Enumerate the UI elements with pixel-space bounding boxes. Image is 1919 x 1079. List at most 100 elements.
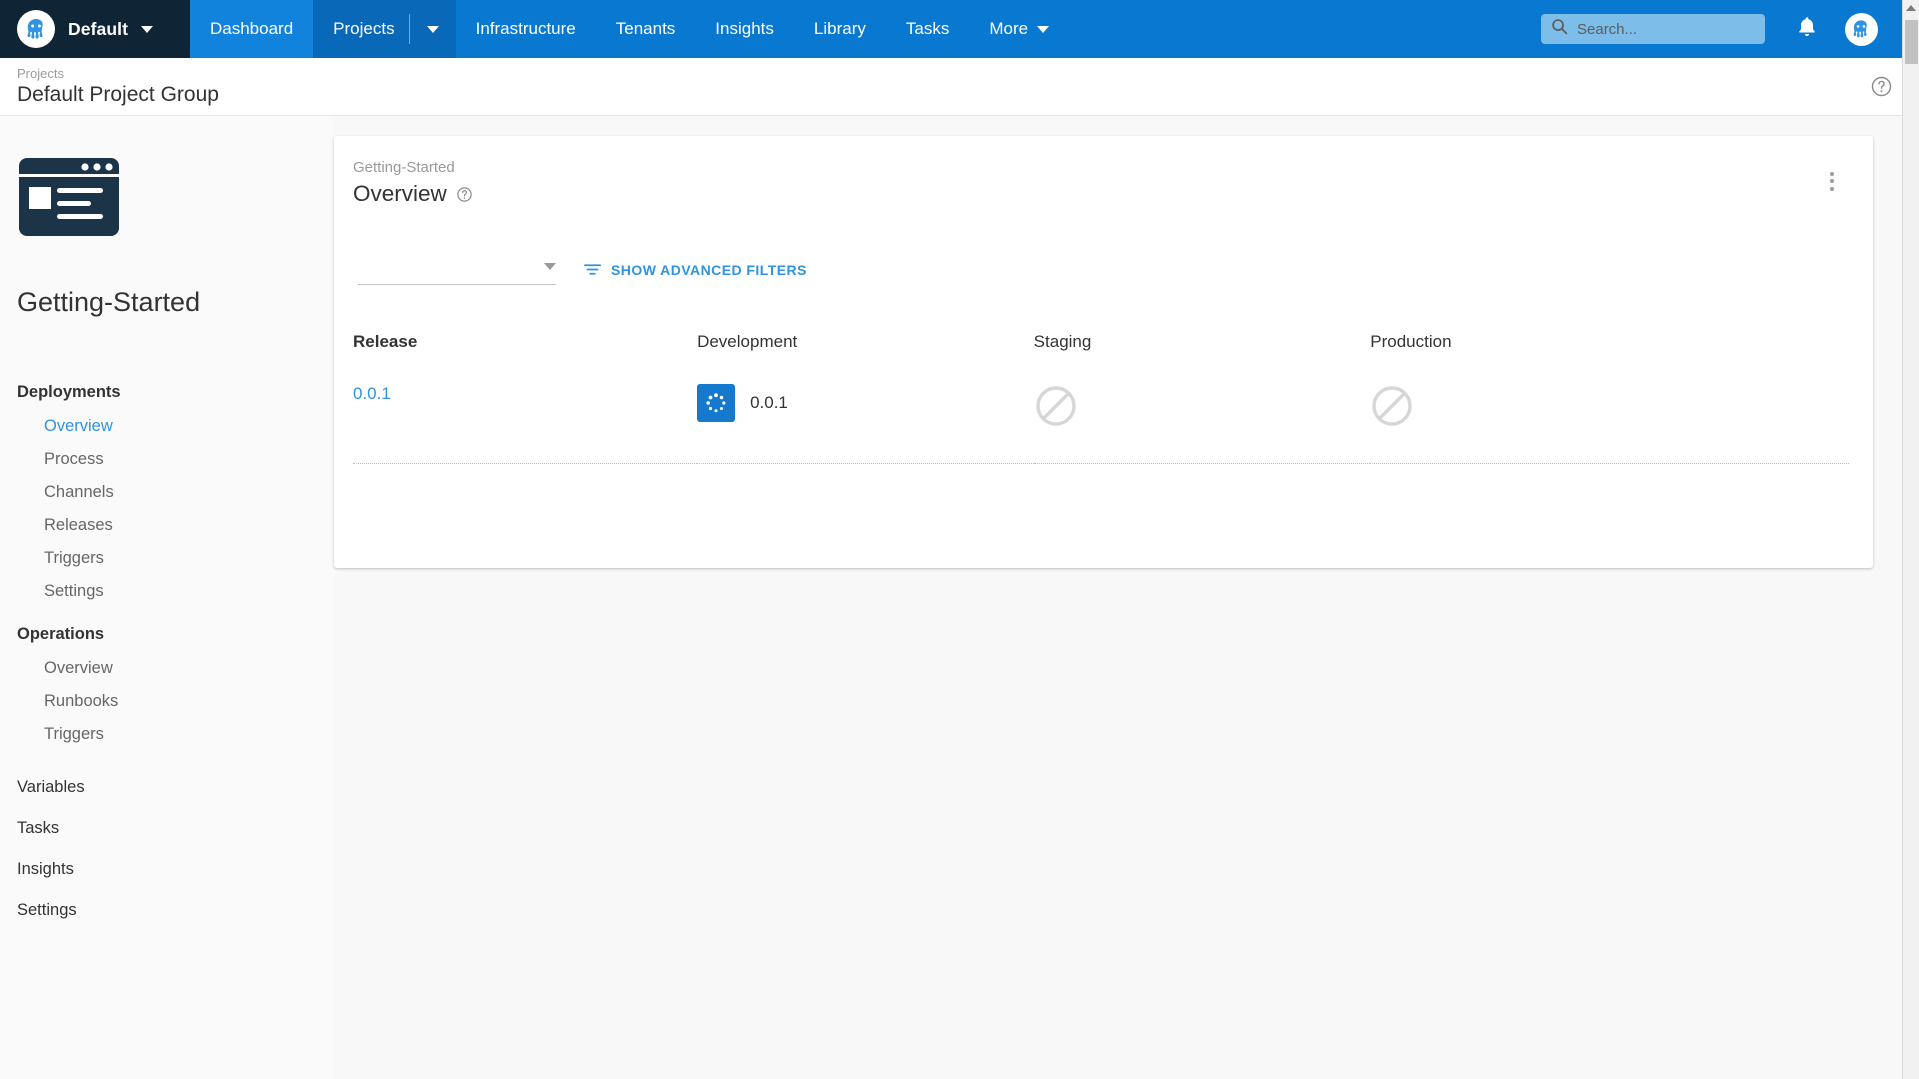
project-sidebar: Getting-Started Deployments Overview Pro…: [0, 116, 334, 1079]
notifications-button[interactable]: [1785, 7, 1829, 51]
sidebar-item-label: Triggers: [44, 725, 104, 744]
project-window-logo-icon: [17, 156, 334, 243]
cell-development: 0.0.1: [697, 362, 1034, 464]
projects-dropdown-button[interactable]: [410, 0, 456, 58]
card-eyebrow-label: Getting-Started: [353, 158, 1815, 178]
sidebar-item-deployments-triggers[interactable]: Triggers: [0, 542, 334, 575]
sidebar-item-label: Variables: [17, 778, 85, 797]
sidebar-item-process[interactable]: Process: [0, 443, 334, 476]
sidebar-gap: [0, 751, 334, 767]
primary-nav-items: Dashboard Projects Infrastructure Tenant…: [190, 0, 1069, 58]
sidebar-group-deployments-label: Deployments: [17, 383, 121, 402]
sidebar-group-deployments[interactable]: Deployments: [0, 375, 334, 410]
release-version-link[interactable]: 0.0.1: [353, 384, 391, 403]
main-content: Getting-Started Overview: [334, 116, 1919, 1079]
sidebar-item-deployments-settings[interactable]: Settings: [0, 575, 334, 608]
page-title: Default Project Group: [17, 82, 219, 108]
deployments-table: Release Development Staging Production 0…: [353, 332, 1849, 464]
nav-item-tasks[interactable]: Tasks: [886, 0, 969, 58]
sidebar-item-operations-overview[interactable]: Overview: [0, 652, 334, 685]
deployment-status-development: 0.0.1: [697, 384, 1034, 422]
chevron-down-icon: [141, 26, 153, 33]
nav-item-more[interactable]: More: [969, 0, 1069, 58]
sidebar-item-label: Settings: [44, 582, 104, 601]
sidebar-item-label: Channels: [44, 483, 114, 502]
sidebar-item-channels[interactable]: Channels: [0, 476, 334, 509]
scroll-up-arrow-icon[interactable]: [1906, 5, 1916, 11]
sidebar-item-deployments-overview[interactable]: Overview: [0, 410, 334, 443]
column-header-staging: Staging: [1034, 332, 1371, 362]
column-header-production: Production: [1370, 332, 1849, 362]
overview-card-titles: Getting-Started Overview: [353, 158, 1815, 207]
column-header-development: Development: [697, 332, 1034, 362]
spinner-dots-icon[interactable]: [697, 384, 735, 422]
search-input[interactable]: Search...: [1541, 14, 1765, 44]
column-header-release: Release: [353, 332, 697, 362]
deployments-table-head: Release Development Staging Production: [353, 332, 1849, 362]
more-vertical-icon[interactable]: [1815, 164, 1849, 198]
help-circle-icon[interactable]: [456, 186, 473, 203]
chevron-down-icon: [544, 263, 556, 270]
sidebar-item-settings[interactable]: Settings: [0, 890, 334, 931]
release-filter-select[interactable]: [358, 253, 556, 285]
nav-item-library-label: Library: [814, 19, 866, 39]
nav-item-infrastructure-label: Infrastructure: [476, 19, 576, 39]
project-name-heading: Getting-Started: [17, 287, 334, 318]
kebab-dot: [1830, 179, 1834, 183]
breadcrumb-parent-link[interactable]: Projects: [17, 66, 219, 82]
card-title: Overview: [353, 181, 447, 207]
user-avatar-icon: [1845, 13, 1878, 46]
bell-icon: [1796, 15, 1818, 43]
nav-item-more-label: More: [989, 19, 1028, 39]
filter-row: SHOW ADVANCED FILTERS: [353, 253, 1849, 285]
deployment-status-staging: [1034, 384, 1371, 433]
nav-item-library[interactable]: Library: [794, 0, 886, 58]
breadcrumb-bar: Projects Default Project Group: [0, 58, 1919, 116]
deployments-table-body: 0.0.1: [353, 362, 1849, 464]
sidebar-item-label: Overview: [44, 659, 113, 678]
card-title-row: Overview: [353, 181, 1815, 207]
nav-item-projects[interactable]: Projects: [313, 0, 408, 58]
overview-card: Getting-Started Overview: [334, 136, 1873, 568]
sidebar-group-operations-label: Operations: [17, 625, 104, 644]
help-circle-icon[interactable]: [1870, 75, 1893, 98]
space-switcher-button[interactable]: Default: [0, 0, 190, 58]
prohibited-icon: [1034, 384, 1078, 433]
nav-item-tenants[interactable]: Tenants: [596, 0, 696, 58]
sidebar-item-insights[interactable]: Insights: [0, 849, 334, 890]
overview-card-header: Getting-Started Overview: [353, 158, 1849, 207]
nav-item-dashboard[interactable]: Dashboard: [190, 0, 313, 58]
sidebar-gap: [0, 608, 334, 617]
show-advanced-filters-button[interactable]: SHOW ADVANCED FILTERS: [583, 260, 807, 285]
scrollbar-thumb[interactable]: [1905, 20, 1918, 64]
nav-item-infrastructure[interactable]: Infrastructure: [456, 0, 596, 58]
user-profile-button[interactable]: [1839, 7, 1883, 51]
search-icon: [1551, 18, 1568, 40]
sidebar-item-runbooks[interactable]: Runbooks: [0, 685, 334, 718]
sidebar-item-label: Triggers: [44, 549, 104, 568]
breadcrumb: Projects Default Project Group: [17, 66, 219, 108]
deployment-status-production: [1370, 384, 1849, 433]
nav-item-tenants-label: Tenants: [616, 19, 676, 39]
sidebar-item-label: Runbooks: [44, 692, 118, 711]
sidebar-group-operations[interactable]: Operations: [0, 617, 334, 652]
search-placeholder: Search...: [1577, 21, 1637, 38]
sidebar-item-releases[interactable]: Releases: [0, 509, 334, 542]
nav-item-insights[interactable]: Insights: [695, 0, 794, 58]
page-body: Getting-Started Deployments Overview Pro…: [0, 116, 1919, 1079]
sidebar-item-operations-triggers[interactable]: Triggers: [0, 718, 334, 751]
sidebar-item-label: Releases: [44, 516, 113, 535]
sidebar-item-tasks[interactable]: Tasks: [0, 808, 334, 849]
vertical-scrollbar[interactable]: [1902, 0, 1919, 1079]
sidebar-nav-list: Deployments Overview Process Channels Re…: [0, 375, 334, 931]
sidebar-item-label: Insights: [17, 860, 74, 879]
sidebar-item-label: Settings: [17, 901, 77, 920]
sidebar-item-label: Overview: [44, 417, 113, 436]
sidebar-item-variables[interactable]: Variables: [0, 767, 334, 808]
octopus-logo-icon: [17, 10, 55, 48]
table-header-row: Release Development Staging Production: [353, 332, 1849, 362]
nav-item-insights-label: Insights: [715, 19, 774, 39]
nav-spacer: [1069, 0, 1541, 58]
chevron-down-icon: [1037, 26, 1049, 33]
filter-icon: [583, 260, 602, 279]
